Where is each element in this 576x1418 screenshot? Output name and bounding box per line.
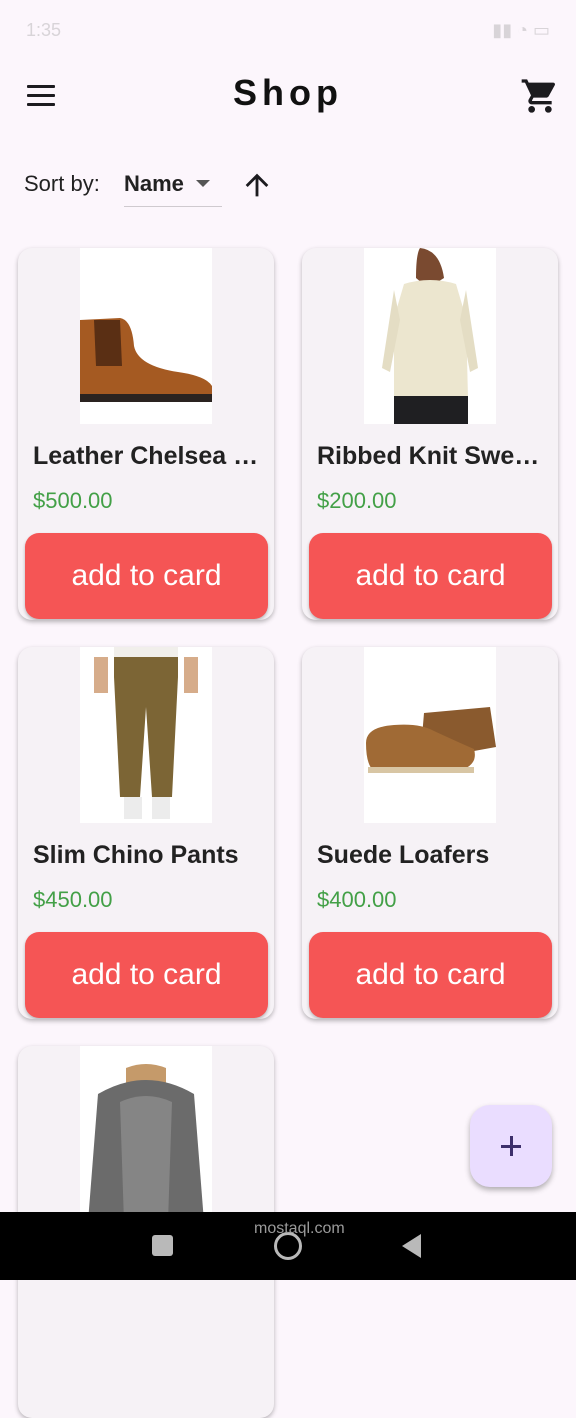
cart-icon[interactable] (520, 76, 560, 116)
product-price: $500.00 (33, 488, 113, 513)
product-image-sweater (364, 248, 496, 424)
product-image-loafers (364, 647, 496, 823)
product-price: $450.00 (33, 887, 113, 912)
system-nav-bar: mostaql.com (0, 1212, 576, 1280)
add-to-cart-button[interactable]: add to card (25, 932, 268, 1018)
product-name: Slim Chino Pants (33, 841, 239, 869)
status-time: 1:35 (26, 19, 62, 40)
chevron-down-icon (196, 180, 210, 187)
product-price: $400.00 (317, 887, 397, 912)
add-to-cart-button[interactable]: add to card (25, 533, 268, 619)
product-price: $200.00 (317, 488, 397, 513)
sort-value: Name (124, 171, 184, 196)
watermark: mostaql.com (254, 1220, 345, 1237)
sort-dropdown[interactable]: Name (124, 160, 222, 207)
product-name: Suede Loafers (317, 841, 490, 869)
add-product-button[interactable] (470, 1105, 552, 1187)
product-card[interactable]: Ribbed Knit Swe… $200.00 add to card (302, 248, 558, 620)
sort-row: Sort by: Name (0, 160, 576, 216)
product-card[interactable]: Slim Chino Pants $450.00 add to card (18, 647, 274, 1019)
sort-label: Sort by: (24, 171, 100, 196)
add-to-cart-button[interactable]: add to card (309, 932, 552, 1018)
product-image-pants (80, 647, 212, 823)
status-bar: 1:35 ▮▮ ◔ ▭ (0, 0, 576, 60)
product-image-scarf (80, 1046, 212, 1222)
page-title: Shop (233, 72, 343, 113)
product-image-boot (80, 248, 212, 424)
nav-recents-icon[interactable] (152, 1235, 173, 1256)
status-icons: ▮▮ ◔ ▭ (492, 19, 550, 40)
add-to-cart-button[interactable]: add to card (309, 533, 552, 619)
product-card[interactable]: Suede Loafers $400.00 add to card (302, 647, 558, 1019)
product-name: Leather Chelsea … (33, 442, 259, 470)
nav-back-icon[interactable] (402, 1234, 421, 1258)
arrow-up-icon[interactable] (240, 168, 274, 202)
product-name: Ribbed Knit Swe… (317, 442, 540, 470)
app-bar: Shop (0, 60, 576, 132)
product-card[interactable]: Leather Chelsea … $500.00 add to card (18, 248, 274, 620)
